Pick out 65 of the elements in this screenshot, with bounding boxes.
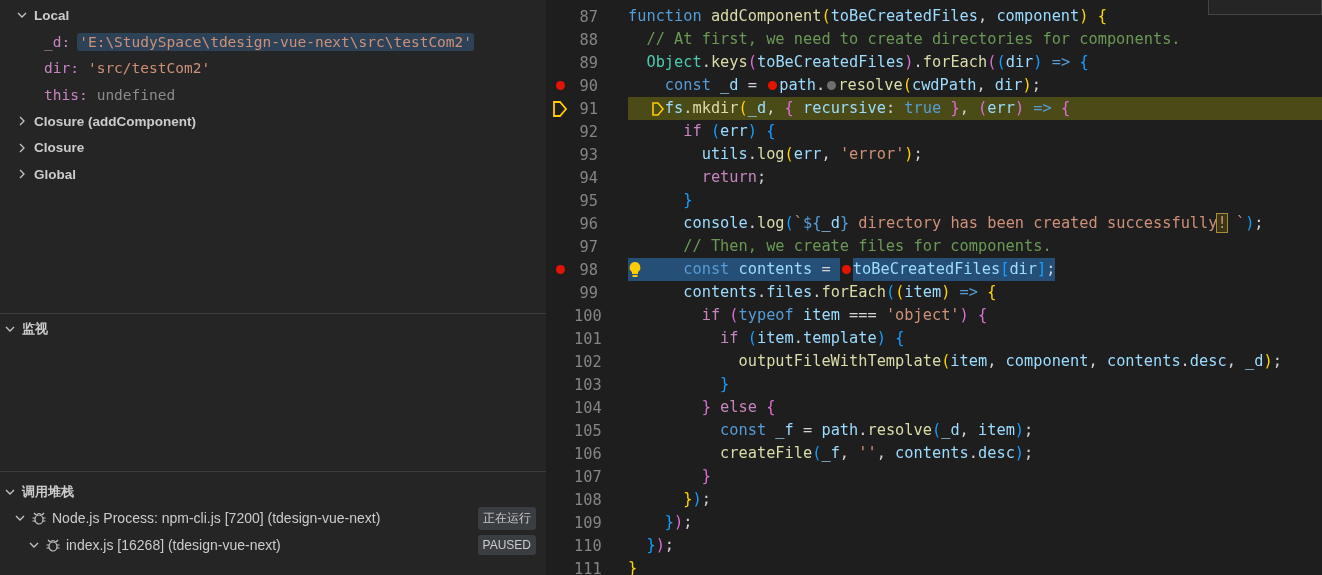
line-number: 87 (578, 7, 598, 26)
section-title[interactable]: 调用堆栈 (22, 483, 74, 501)
code-text: } (719, 374, 730, 395)
code-text: createFile(_f, '', contents.desc); (719, 443, 1034, 464)
line-number: 93 (578, 145, 598, 164)
breakpoint-icon[interactable] (555, 265, 565, 274)
code-text: const _f = path.resolve(_d, item); (719, 420, 1034, 441)
scope-label[interactable]: Global (34, 166, 76, 182)
code-text: utils.log(err, 'error'); (700, 144, 923, 165)
code-text: if (item.template) { (719, 328, 905, 349)
code-text: // At first, we need to create directories for components. (645, 29, 1181, 50)
code-text: const contents = (628, 258, 840, 281)
line-number: 97 (578, 237, 598, 256)
bug-icon (31, 510, 47, 527)
code-text: Object.keys(toBeCreatedFiles).forEach((dir) => { (645, 52, 1089, 73)
code-text: } else { (700, 397, 776, 418)
line-number: 88 (578, 30, 598, 49)
variable-value[interactable]: undefined (94, 85, 178, 104)
variable-name: _d: (44, 33, 71, 50)
scope-label[interactable]: Closure (addComponent) (34, 113, 196, 129)
line-number: 98 (578, 260, 598, 279)
line-number: 96 (578, 214, 598, 233)
code-text: contents.files.forEach((item) => { (682, 282, 997, 303)
breakpoint-icon[interactable] (555, 81, 565, 90)
status-badge: PAUSED (477, 534, 536, 555)
variable-value[interactable]: 'src/testCom2' (85, 59, 213, 78)
code-text: function addComponent(toBeCreatedFiles, component) { (628, 6, 1107, 27)
code-text: }); (645, 535, 675, 556)
lightbulb-icon[interactable] (628, 261, 642, 278)
line-number: 89 (578, 53, 598, 72)
status-badge: 正在运行 (478, 506, 536, 530)
inline-breakpoint-icon[interactable] (827, 81, 837, 90)
code-text: fs.mkdir(_d, { recursive: true }, (err) => { (664, 98, 1071, 119)
section-title[interactable]: 监视 (22, 320, 48, 338)
code-text: } (628, 558, 638, 575)
variable-name: dir: (44, 60, 79, 77)
code-text: toBeCreatedFiles[dir]; (852, 258, 1056, 281)
call-stack-session[interactable]: index.js [16268] (tdesign-vue-next) (66, 536, 473, 553)
current-statement-icon (650, 100, 665, 117)
code-text: if (typeof item === 'object') { (700, 305, 988, 326)
code-text: const _d = (663, 75, 758, 96)
code-text: }); (663, 512, 693, 533)
code-text: } (682, 190, 693, 211)
line-number: 95 (578, 191, 598, 210)
line-number: 91 (578, 99, 598, 118)
code-text: }); (682, 489, 711, 510)
line-number: 92 (578, 122, 598, 141)
variable-name: this: (44, 86, 88, 103)
code-text: return; (700, 167, 767, 188)
scope-label[interactable]: Local (34, 7, 70, 23)
scope-label[interactable]: Closure (34, 140, 85, 156)
line-number: 94 (578, 168, 598, 187)
inline-breakpoint-icon[interactable] (841, 265, 851, 274)
code-text: if (err) { (682, 121, 776, 142)
code-text: outputFileWithTemplate(item, component, contents.desc, _d); (737, 351, 1282, 372)
code-text: // Then, we create files for components. (682, 236, 1052, 257)
code-text: console.log(`${_d} directory has been created successfully! `); (682, 213, 1264, 234)
line-number: 99 (578, 283, 598, 302)
code-text: path. (779, 75, 826, 96)
code-text: } (700, 466, 711, 487)
call-stack-session[interactable]: Node.js Process: npm-cli.js [7200] (tdesign-vue-next) (52, 510, 473, 527)
variable-value[interactable]: 'E:\StudySpace\tdesign-vue-next\src\testCom2' (77, 32, 475, 51)
line-number: 90 (578, 76, 598, 95)
code-text: resolve(cwdPath, dir); (838, 75, 1041, 96)
inline-breakpoint-icon[interactable] (768, 81, 778, 90)
